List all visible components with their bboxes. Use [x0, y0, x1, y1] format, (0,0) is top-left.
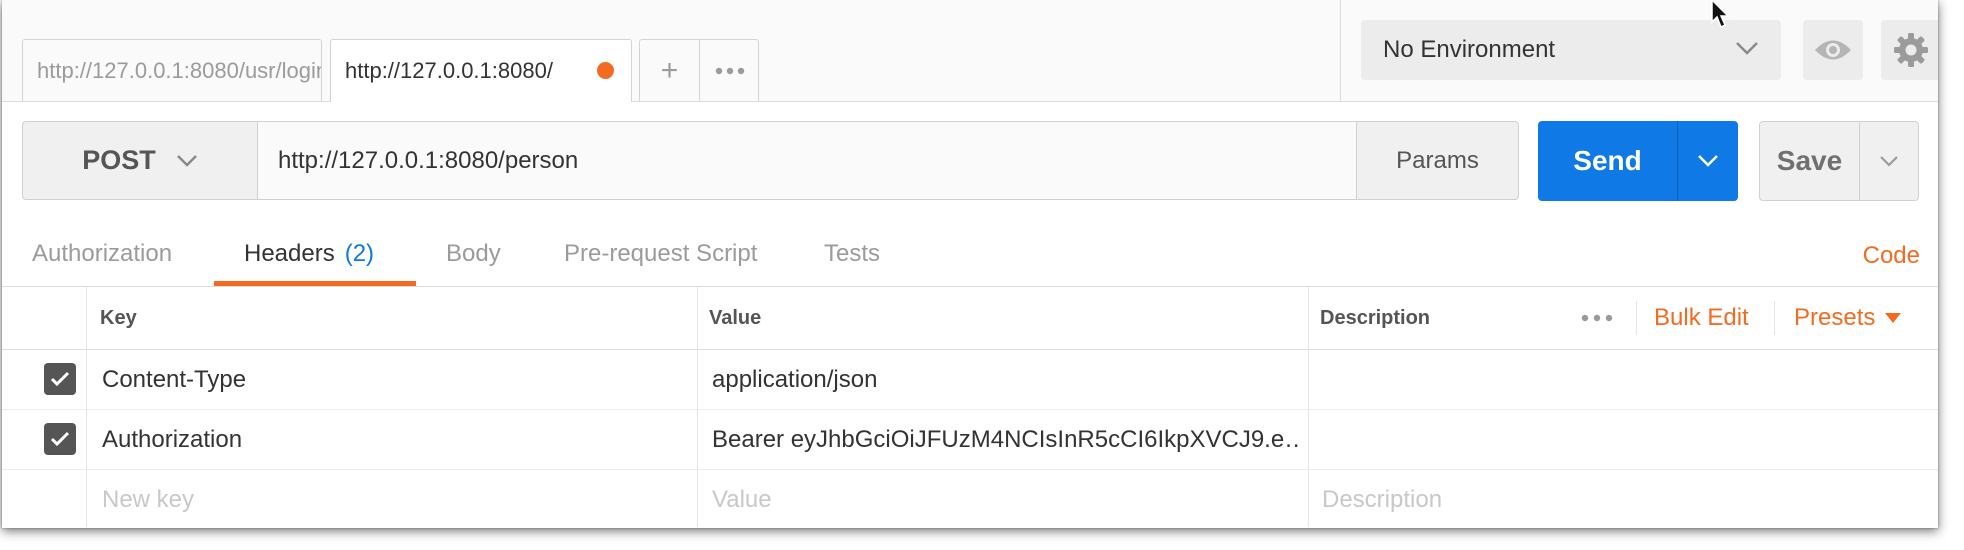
- mouse-cursor-icon: [1711, 0, 1730, 29]
- bulk-edit-label: Bulk Edit: [1654, 304, 1749, 331]
- tab-label: http://127.0.0.1:8080/: [345, 58, 553, 83]
- environment-area: No Environment: [1340, 0, 1938, 101]
- postman-window: http://127.0.0.1:8080/usr/login http://1…: [2, 0, 1938, 528]
- column-description: Description: [1320, 306, 1431, 329]
- tab-label: Body: [446, 240, 501, 267]
- unsaved-dot-icon: [597, 62, 614, 79]
- gear-icon: [1894, 33, 1928, 67]
- url-input[interactable]: http://127.0.0.1:8080/person: [257, 121, 1357, 200]
- save-label: Save: [1776, 145, 1843, 176]
- save-button[interactable]: Save: [1760, 122, 1859, 200]
- table-more-button[interactable]: [1581, 287, 1613, 349]
- chevron-down-icon: [1880, 156, 1898, 167]
- new-description-input[interactable]: Description: [1322, 470, 1922, 528]
- bulk-edit-link[interactable]: Bulk Edit: [1654, 287, 1749, 349]
- column-key: Key: [100, 306, 137, 329]
- tab-label: Authorization: [32, 240, 173, 267]
- url-text: http://127.0.0.1:8080/person: [278, 146, 579, 174]
- tab-label: Headers: [244, 240, 335, 267]
- more-tabs-button[interactable]: [700, 40, 759, 101]
- tab-tests[interactable]: Tests: [824, 222, 880, 286]
- send-button-group: Send: [1538, 121, 1738, 201]
- request-tab-active[interactable]: http://127.0.0.1:8080/: [330, 39, 632, 102]
- plus-icon: +: [660, 53, 679, 87]
- table-row: Authorization Bearer eyJhbGciOiJFUzM4NCI…: [2, 410, 1938, 470]
- tab-pre-request-script[interactable]: Pre-request Script: [564, 222, 757, 286]
- headers-count-badge: (2): [344, 240, 375, 267]
- active-tab-indicator: [214, 281, 416, 286]
- save-button-group: Save: [1759, 121, 1919, 201]
- send-label: Send: [1573, 145, 1642, 176]
- presets-dropdown[interactable]: Presets: [1794, 287, 1902, 349]
- checkmark-icon: [50, 431, 70, 447]
- environment-label: No Environment: [1383, 36, 1556, 63]
- environment-quick-look-button[interactable]: [1803, 20, 1863, 80]
- send-button[interactable]: Send: [1538, 121, 1677, 201]
- method-label: POST: [82, 145, 156, 175]
- table-row: Content-Type application/json: [2, 350, 1938, 410]
- checkmark-icon: [50, 371, 70, 387]
- ellipsis-icon: [1581, 314, 1613, 322]
- request-section-tabs: Authorization Headers (2) Body Pre-reque…: [2, 222, 1938, 287]
- new-tab-button[interactable]: +: [640, 40, 699, 101]
- header-description-cell[interactable]: [1322, 410, 1922, 469]
- presets-label: Presets: [1794, 304, 1876, 331]
- params-button[interactable]: Params: [1356, 121, 1519, 200]
- tab-label: Tests: [824, 240, 881, 267]
- tab-label: http://127.0.0.1:8080/usr/login: [37, 57, 322, 83]
- tab-body[interactable]: Body: [446, 222, 501, 286]
- header-key-cell[interactable]: Content-Type: [102, 350, 692, 409]
- tab-label: Pre-request Script: [564, 240, 758, 267]
- manage-environments-button[interactable]: [1881, 20, 1938, 80]
- code-label: Code: [1862, 242, 1920, 269]
- chevron-down-icon: [176, 154, 197, 167]
- header-description-cell[interactable]: [1322, 350, 1922, 409]
- new-key-input[interactable]: New key: [102, 470, 692, 528]
- params-label: Params: [1396, 146, 1479, 174]
- header-value-cell[interactable]: application/json: [712, 350, 1302, 409]
- table-header: Key Value Description Bulk Edit Presets: [2, 287, 1938, 350]
- chevron-down-icon: [1736, 42, 1758, 55]
- tab-headers[interactable]: Headers (2): [244, 222, 374, 286]
- header-key-cell[interactable]: Authorization: [102, 410, 692, 469]
- code-link[interactable]: Code: [1863, 236, 1920, 276]
- request-tab-login[interactable]: http://127.0.0.1:8080/usr/login: [22, 39, 322, 101]
- save-options-button[interactable]: [1860, 122, 1918, 200]
- tab-authorization[interactable]: Authorization: [32, 222, 172, 286]
- request-tab-bar: http://127.0.0.1:8080/usr/login http://1…: [2, 0, 1938, 102]
- eye-icon: [1815, 40, 1851, 60]
- send-options-button[interactable]: [1678, 121, 1738, 201]
- new-value-input[interactable]: Value: [712, 470, 1302, 528]
- column-value: Value: [709, 306, 762, 329]
- caret-down-icon: [1885, 313, 1902, 323]
- chevron-down-icon: [1698, 155, 1718, 167]
- ellipsis-icon: [715, 67, 744, 74]
- row-enabled-checkbox[interactable]: [44, 423, 76, 455]
- new-header-row: New key Value Description: [2, 470, 1938, 528]
- tab-actions: +: [639, 39, 759, 101]
- method-select[interactable]: POST: [22, 121, 257, 200]
- row-enabled-checkbox[interactable]: [44, 363, 76, 395]
- header-value-cell[interactable]: Bearer eyJhbGciOiJFUzM4NCIsInR5cCI6IkpXV…: [712, 410, 1302, 469]
